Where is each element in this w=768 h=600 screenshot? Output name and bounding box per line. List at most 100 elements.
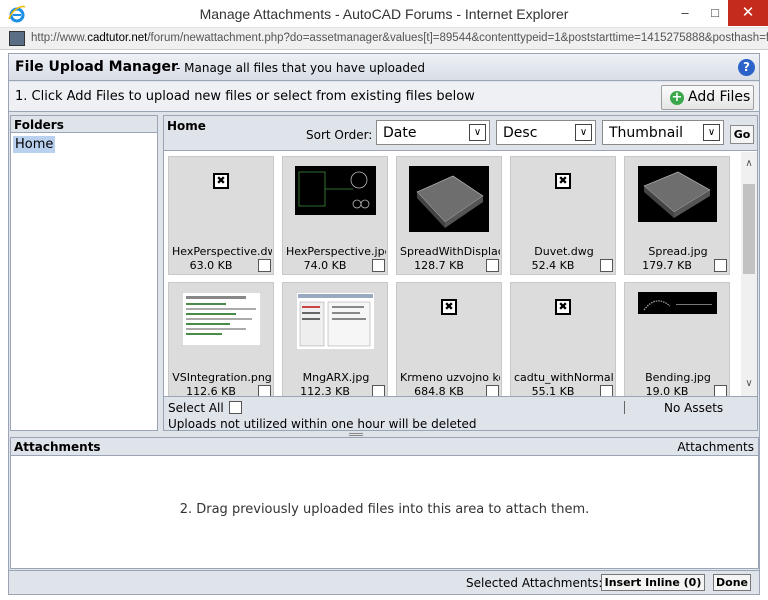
scrollbar-thumb[interactable] xyxy=(743,184,755,274)
window-title: Manage Attachments - AutoCAD Forums - In… xyxy=(199,6,569,22)
maximize-button[interactable]: □ xyxy=(700,0,730,26)
missing-image-icon: ✖ xyxy=(555,173,571,189)
panel-resize-handle[interactable] xyxy=(349,433,363,436)
file-size: 63.0 KB xyxy=(189,259,233,272)
view-mode-value: Thumbnail xyxy=(609,125,684,141)
files-toolbar: Home Sort Order: Date ∨ Desc ∨ Thumbnail… xyxy=(164,116,757,151)
file-size: 179.7 KB xyxy=(642,259,692,272)
page-icon xyxy=(9,31,25,46)
file-checkbox[interactable] xyxy=(372,259,385,272)
folder-item-home[interactable]: Home xyxy=(13,136,56,153)
instruction-bar: 1. Click Add Files to upload new files o… xyxy=(9,82,759,112)
attachments-drop-hint: 2. Drag previously uploaded files into t… xyxy=(179,502,590,517)
file-grid-scrollbar[interactable]: ∧ ∨ xyxy=(741,152,757,396)
file-size: 19.0 KB xyxy=(645,385,689,396)
file-size: 112.6 KB xyxy=(186,385,236,396)
file-checkbox[interactable] xyxy=(714,259,727,272)
file-name: SpreadWithDisplacement.jpg xyxy=(400,245,500,258)
insert-inline-button[interactable]: Insert Inline (0) xyxy=(601,574,705,591)
file-checkbox[interactable] xyxy=(486,385,499,396)
attachments-footer: Selected Attachments: Insert Inline (0) … xyxy=(9,570,759,594)
folders-panel: Folders Home xyxy=(10,115,158,431)
mesh-render-thumbnail xyxy=(638,166,717,222)
attachments-panel: Attachments Attachments 2. Drag previous… xyxy=(10,437,759,569)
dialog-screenshot-thumbnail xyxy=(296,292,375,350)
file-name: VSIntegration.png xyxy=(172,371,272,384)
sort-field-select[interactable]: Date ∨ xyxy=(376,120,490,145)
minimize-button[interactable]: – xyxy=(670,0,700,26)
add-files-label: Add Files xyxy=(688,89,751,105)
address-url[interactable]: http://www.cadtutor.net/forum/newattachm… xyxy=(31,32,768,44)
file-name: Bending.jpg xyxy=(645,371,711,384)
file-checkbox[interactable] xyxy=(714,385,727,396)
sort-field-value: Date xyxy=(383,125,417,141)
file-size: 52.4 KB xyxy=(531,259,575,272)
missing-image-icon: ✖ xyxy=(213,173,229,189)
file-checkbox[interactable] xyxy=(600,385,613,396)
file-name: Duvet.dwg xyxy=(534,245,594,258)
file-name: HexPerspective.jpg xyxy=(286,245,386,258)
file-tile[interactable]: SpreadWithDisplacement.jpg 128.7 KB xyxy=(396,156,502,275)
file-size: 55.1 KB xyxy=(531,385,575,396)
file-size: 128.7 KB xyxy=(414,259,464,272)
chevron-down-icon: ∨ xyxy=(575,124,592,141)
file-checkbox[interactable] xyxy=(486,259,499,272)
missing-image-icon: ✖ xyxy=(555,299,571,315)
file-name: Spread.jpg xyxy=(648,245,708,258)
attachments-tab[interactable]: Attachments xyxy=(677,440,754,454)
scroll-up-icon[interactable]: ∧ xyxy=(741,158,757,169)
file-tile[interactable]: HexPerspective.jpg 74.0 KB xyxy=(282,156,388,275)
upload-expiry-note: Uploads not utilized within one hour wil… xyxy=(168,417,477,431)
attachments-title: Attachments xyxy=(14,440,101,454)
file-tile[interactable]: ✖ HexPerspective.dwg 63.0 KB xyxy=(168,156,274,275)
done-button[interactable]: Done xyxy=(713,574,751,591)
close-button[interactable]: ✕ xyxy=(728,0,768,26)
address-bar[interactable]: http://www.cadtutor.net/forum/newattachm… xyxy=(0,28,768,50)
select-all-label: Select All xyxy=(168,401,224,415)
file-tile[interactable]: ✖ cadtu_withNormal.dwg 55.1 KB xyxy=(510,282,616,396)
file-tile[interactable]: VSIntegration.png 112.6 KB xyxy=(168,282,274,396)
sort-direction-value: Desc xyxy=(503,125,538,141)
file-checkbox[interactable] xyxy=(258,385,271,396)
file-checkbox[interactable] xyxy=(258,259,271,272)
file-name: HexPerspective.dwg xyxy=(172,245,272,258)
file-upload-manager: File Upload Manager - Manage all files t… xyxy=(8,53,760,595)
help-icon[interactable]: ? xyxy=(738,59,755,76)
selected-attachments-label: Selected Attachments: xyxy=(466,576,603,590)
sort-direction-select[interactable]: Desc ∨ xyxy=(496,120,596,145)
manager-header: File Upload Manager - Manage all files t… xyxy=(9,54,759,81)
go-button[interactable]: Go xyxy=(730,125,754,144)
document-screenshot-thumbnail xyxy=(182,292,261,346)
sort-order-label: Sort Order: xyxy=(306,128,373,142)
file-checkbox[interactable] xyxy=(372,385,385,396)
attachments-header: Attachments Attachments xyxy=(11,438,758,456)
view-mode-select[interactable]: Thumbnail ∨ xyxy=(602,120,724,145)
file-size: 74.0 KB xyxy=(303,259,347,272)
scroll-down-icon[interactable]: ∨ xyxy=(741,378,757,389)
missing-image-icon: ✖ xyxy=(441,299,457,315)
file-checkbox[interactable] xyxy=(600,259,613,272)
select-all-checkbox[interactable] xyxy=(229,401,242,414)
mesh-render-thumbnail xyxy=(409,166,489,232)
chevron-down-icon: ∨ xyxy=(703,124,720,141)
file-tile[interactable]: ✖ Krmeno uzvojno kolo.dwg 684.8 KB xyxy=(396,282,502,396)
upload-instruction: 1. Click Add Files to upload new files o… xyxy=(15,89,475,104)
file-grid: ✖ HexPerspective.dwg 63.0 KB HexPerspect… xyxy=(164,152,740,396)
files-panel: Home Sort Order: Date ∨ Desc ∨ Thumbnail… xyxy=(163,115,758,431)
file-name: Krmeno uzvojno kolo.dwg xyxy=(400,371,500,384)
manager-subtitle: - Manage all files that you have uploade… xyxy=(176,61,425,75)
file-size: 112.3 KB xyxy=(300,385,350,396)
chevron-down-icon: ∨ xyxy=(469,124,486,141)
breadcrumb: Home xyxy=(167,119,206,133)
add-icon: + xyxy=(670,90,684,105)
file-name: cadtu_withNormal.dwg xyxy=(514,371,614,384)
address-domain: cadtutor.net xyxy=(87,32,148,44)
file-tile[interactable]: Bending.jpg 19.0 KB xyxy=(624,282,730,396)
add-files-button[interactable]: + Add Files xyxy=(661,85,754,110)
file-tile[interactable]: MngARX.jpg 112.3 KB xyxy=(282,282,388,396)
file-size: 684.8 KB xyxy=(414,385,464,396)
folders-header: Folders xyxy=(11,116,157,133)
file-tile[interactable]: Spread.jpg 179.7 KB xyxy=(624,156,730,275)
assets-status: No Assets xyxy=(664,401,724,415)
file-tile[interactable]: ✖ Duvet.dwg 52.4 KB xyxy=(510,156,616,275)
